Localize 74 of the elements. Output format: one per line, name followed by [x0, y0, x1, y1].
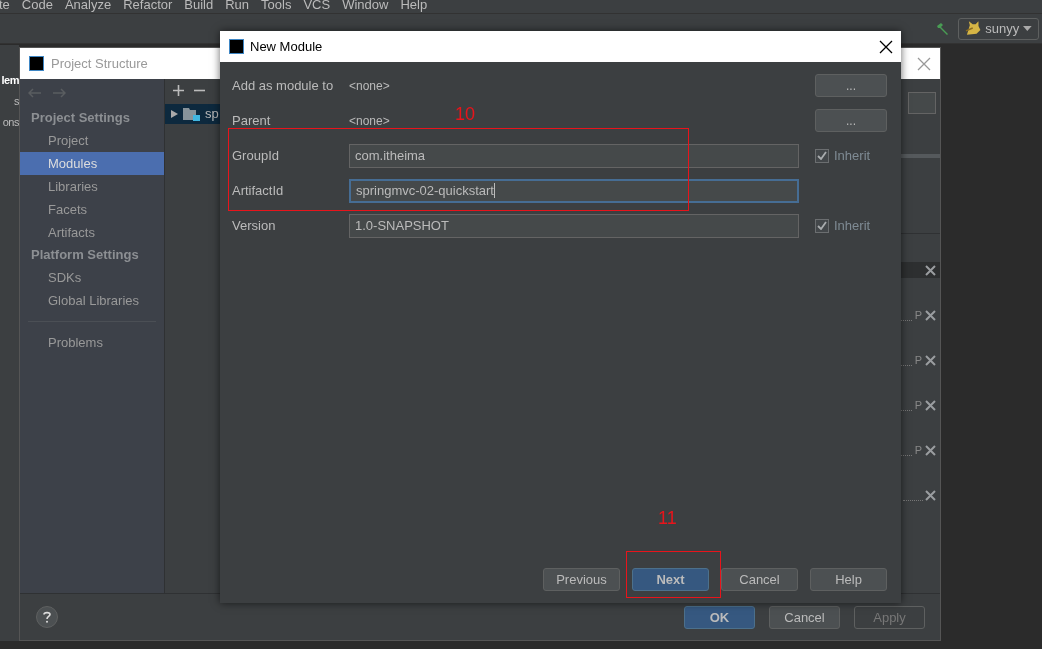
remove-icon[interactable]: [925, 399, 936, 411]
inherit-checkbox[interactable]: [815, 218, 829, 233]
text-field[interactable]: [908, 92, 936, 114]
close-icon[interactable]: [879, 39, 893, 54]
field-value: <none>: [349, 78, 390, 93]
menu-item[interactable]: Window: [342, 0, 389, 13]
cat-icon: [965, 21, 982, 36]
app-icon: [29, 56, 44, 71]
tree-label: sp: [205, 105, 219, 124]
sidebar-item[interactable]: Modules: [20, 152, 164, 175]
menu-item[interactable]: Run: [225, 0, 250, 13]
section-heading: Project Settings: [30, 109, 131, 127]
path-prefix[interactable]: P: [914, 309, 922, 321]
browse-button[interactable]: ...: [815, 74, 887, 97]
remove-icon[interactable]: [925, 444, 936, 456]
sidebar-item[interactable]: Artifacts: [20, 221, 164, 244]
expand-arrow-icon[interactable]: [170, 109, 178, 119]
input-field[interactable]: com.itheima: [349, 143, 799, 168]
dialog-title: New Module: [250, 37, 323, 56]
field-label: Add as module to: [232, 76, 335, 95]
checkbox-label: Inherit: [834, 146, 871, 165]
inherit-checkbox[interactable]: [815, 148, 829, 163]
field-label: Version: [232, 216, 277, 235]
menu-item[interactable]: Build: [184, 0, 214, 13]
sidebar-item[interactable]: Facets: [20, 198, 164, 221]
field-value: <none>: [349, 113, 390, 128]
path-prefix[interactable]: P: [914, 444, 922, 456]
remove-icon[interactable]: [925, 264, 936, 276]
sidebar-item[interactable]: Libraries: [20, 175, 164, 198]
app-icon: [229, 39, 244, 54]
checkbox-label: Inherit: [834, 216, 871, 235]
dialog-button[interactable]: OK: [684, 605, 755, 629]
remove-icon[interactable]: [925, 489, 936, 501]
dialog-button[interactable]: Help: [810, 568, 887, 591]
browse-button[interactable]: ...: [815, 109, 887, 132]
dialog-button[interactable]: Previous: [543, 568, 620, 591]
field-label: Parent: [232, 111, 272, 130]
annotation-number: 10: [455, 104, 476, 124]
sidebar-item[interactable]: Problems: [20, 331, 164, 354]
menu-item[interactable]: te: [0, 0, 10, 13]
sidebar-item[interactable]: Global Libraries: [20, 289, 164, 312]
sidebar-item[interactable]: SDKs: [20, 266, 164, 289]
menu-item[interactable]: Refactor: [123, 0, 173, 13]
dialog-button[interactable]: Apply: [854, 605, 925, 629]
panel-text: s: [14, 94, 19, 109]
menu-item[interactable]: Analyze: [64, 0, 112, 13]
window-title: Project Structure: [51, 54, 148, 73]
sidebar-item[interactable]: Project: [20, 129, 164, 152]
remove-icon[interactable]: [925, 354, 936, 366]
module-folder-icon: [183, 107, 200, 121]
section-heading: Platform Settings: [30, 246, 140, 264]
field-label: GroupId: [232, 146, 280, 165]
hammer-icon[interactable]: [935, 21, 949, 36]
help-button[interactable]: [36, 606, 58, 628]
question-mark-icon: [43, 611, 51, 623]
dialog-button[interactable]: Cancel: [721, 568, 798, 591]
menu-item[interactable]: Tools: [261, 0, 292, 13]
field-label: ArtifactId: [232, 181, 285, 200]
dialog-button[interactable]: Cancel: [769, 605, 840, 629]
dialog-button[interactable]: Next: [632, 568, 709, 591]
run-config-dropdown[interactable]: sunyy: [958, 17, 1039, 40]
panel-text: lem: [1, 73, 19, 88]
add-icon[interactable]: [173, 84, 184, 96]
path-prefix[interactable]: P: [914, 399, 922, 411]
annotation-number: 11: [658, 508, 677, 528]
menu-item[interactable]: Help: [400, 0, 428, 13]
input-field[interactable]: 1.0-SNAPSHOT: [349, 213, 799, 238]
input-field[interactable]: springmvc-02-quickstart: [349, 178, 799, 203]
panel-text: ons: [2, 115, 19, 130]
path-prefix[interactable]: P: [914, 354, 922, 366]
menu-item[interactable]: Code: [21, 0, 53, 13]
menu-item[interactable]: VCS: [303, 0, 331, 13]
remove-icon[interactable]: [925, 309, 936, 321]
caret-icon: [1023, 25, 1032, 32]
